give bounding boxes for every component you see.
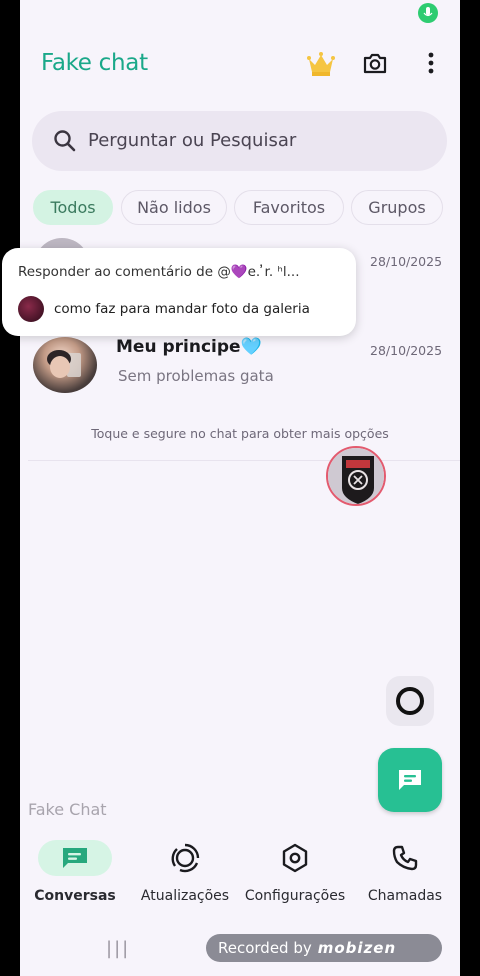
hint-text: Toque e segure no chat para obter mais o… <box>91 426 389 441</box>
search-icon <box>52 128 78 154</box>
nav-label: Atualizações <box>140 888 230 904</box>
nav-label: Conversas <box>34 888 116 904</box>
reply-header-text: Responder ao comentário de @💜e. ̓r. ʰl..… <box>18 264 300 280</box>
app-bar: Fake chat <box>20 40 460 88</box>
status-bar <box>20 0 460 28</box>
reply-comment-text: como faz para mandar foto da galeria <box>54 301 310 317</box>
chat-date: 28/10/2025 <box>370 254 443 269</box>
settings-icon <box>258 840 332 876</box>
updates-icon <box>148 840 222 876</box>
chat-date: 28/10/2025 <box>370 343 443 358</box>
chat-icon <box>38 840 112 876</box>
avatar <box>33 337 97 393</box>
app-title: Fake chat <box>41 50 148 76</box>
search-input[interactable]: Perguntar ou Pesquisar <box>88 130 296 151</box>
crown-icon[interactable] <box>306 50 336 78</box>
avatar <box>18 296 44 322</box>
nav-label: Configurações <box>244 888 346 904</box>
reply-comment-card[interactable]: Responder ao comentário de @💜e. ̓r. ʰl..… <box>2 248 356 336</box>
phone-screen: Fake chat Perguntar ou Pesquisar Todos N… <box>20 0 460 976</box>
new-chat-icon <box>399 770 421 790</box>
nav-label: Chamadas <box>367 888 443 904</box>
filter-chips: Todos Não lidos Favoritos Grupos <box>33 190 460 226</box>
microphone-indicator-icon <box>418 3 438 23</box>
chat-last-message: Sem problemas gata <box>118 367 274 385</box>
chip-nao-lidos[interactable]: Não lidos <box>121 190 227 225</box>
system-navigation-bar: ||| Recorded by mobizen <box>20 928 460 976</box>
chat-name: Meu principe🩵 <box>116 337 262 357</box>
nav-atualizacoes[interactable]: Atualizações <box>130 836 240 916</box>
right-bezel <box>460 0 480 976</box>
nav-chamadas[interactable]: Chamadas <box>350 836 460 916</box>
chip-favoritos[interactable]: Favoritos <box>234 190 344 225</box>
recorder-prefix: Recorded by <box>218 939 312 957</box>
floating-bubble-avatar[interactable] <box>326 446 386 506</box>
chip-grupos[interactable]: Grupos <box>351 190 443 225</box>
bottom-navigation: Conversas Atualizações Configurações Cha… <box>20 836 460 916</box>
chat-row[interactable]: Meu principe🩵 Sem problemas gata 28/10/2… <box>20 337 460 401</box>
chip-todos[interactable]: Todos <box>33 190 113 225</box>
divider <box>28 460 460 461</box>
assistant-button[interactable] <box>386 676 434 726</box>
phone-icon <box>368 840 442 876</box>
nav-configuracoes[interactable]: Configurações <box>240 836 350 916</box>
recorder-brand: mobizen <box>317 939 397 957</box>
left-bezel <box>0 0 20 976</box>
app-watermark: Fake Chat <box>28 800 107 819</box>
camera-icon[interactable] <box>362 50 388 76</box>
screen-recorder-badge: Recorded by mobizen <box>206 934 442 962</box>
circle-icon <box>396 687 424 715</box>
recents-icon[interactable]: ||| <box>106 938 130 959</box>
new-chat-button[interactable] <box>378 748 442 812</box>
search-bar[interactable]: Perguntar ou Pesquisar <box>32 111 447 171</box>
more-options-icon[interactable] <box>420 49 442 77</box>
nav-conversas[interactable]: Conversas <box>20 836 130 916</box>
